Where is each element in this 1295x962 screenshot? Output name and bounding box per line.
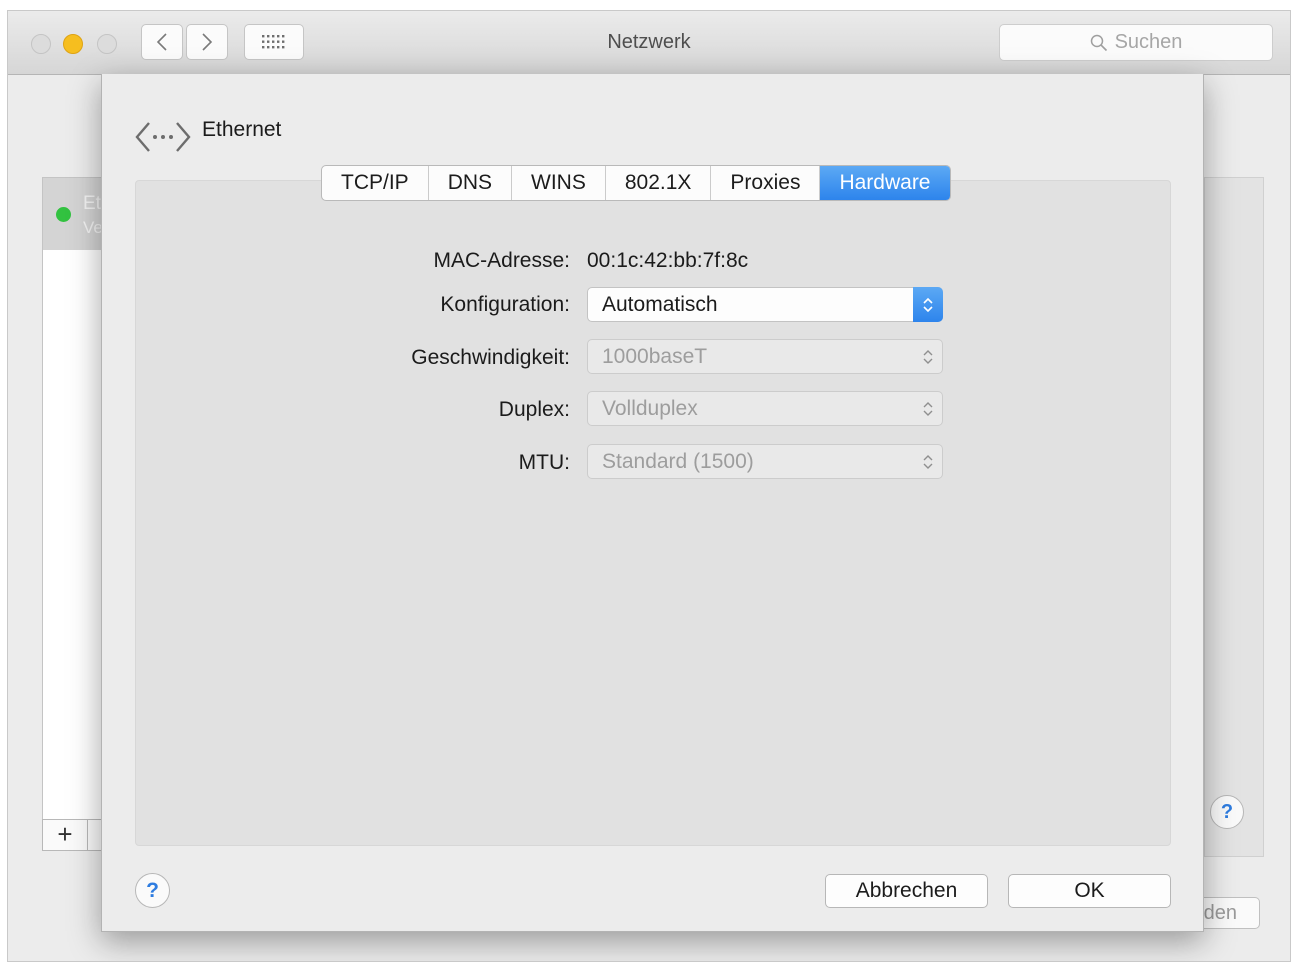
ok-button[interactable]: OK (1008, 874, 1171, 908)
configuration-label: Konfiguration: (440, 293, 570, 316)
popup-arrows-icon (913, 339, 943, 374)
tab-proxies[interactable]: Proxies (711, 166, 821, 200)
tab-dns[interactable]: DNS (429, 166, 513, 200)
mtu-popup: Standard (1500) (587, 444, 943, 479)
network-preferences-window: Netzwerk Suchen Et Ve + ? den Ethernet T… (7, 10, 1291, 962)
popup-arrows-icon (913, 391, 943, 426)
advanced-settings-sheet: Ethernet TCP/IP DNS WINS 802.1X Proxies … (101, 74, 1204, 932)
configuration-value: Automatisch (602, 293, 718, 316)
service-title: Ethernet (202, 118, 282, 141)
title-bar: Netzwerk Suchen (8, 11, 1290, 75)
popup-arrows-icon (913, 287, 943, 322)
duplex-label: Duplex: (498, 398, 570, 421)
configuration-popup[interactable]: Automatisch (587, 287, 943, 322)
tab-8021x[interactable]: 802.1X (606, 166, 712, 200)
status-dot-icon (56, 207, 71, 222)
tab-bar: TCP/IP DNS WINS 802.1X Proxies Hardware (321, 165, 951, 201)
mac-address-label: MAC-Adresse: (433, 249, 570, 272)
service-status: Ve (83, 218, 103, 237)
service-name: Et (83, 193, 101, 214)
search-icon (1090, 34, 1107, 51)
ethernet-arrows-icon (135, 122, 191, 152)
mtu-label: MTU: (518, 451, 570, 474)
tab-content-panel (135, 180, 1171, 846)
mtu-value: Standard (1500) (602, 450, 754, 473)
search-placeholder: Suchen (1114, 31, 1183, 53)
speed-value: 1000baseT (602, 345, 708, 368)
tab-tcpip[interactable]: TCP/IP (322, 166, 429, 200)
help-button[interactable]: ? (135, 873, 170, 908)
duplex-value: Vollduplex (602, 397, 698, 420)
popup-arrows-icon (913, 444, 943, 479)
cancel-button[interactable]: Abbrechen (825, 874, 988, 908)
add-service-button[interactable]: + (43, 820, 88, 850)
speed-label: Geschwindigkeit: (411, 346, 570, 369)
tab-wins[interactable]: WINS (512, 166, 606, 200)
search-field[interactable]: Suchen (999, 24, 1273, 61)
duplex-popup: Vollduplex (587, 391, 943, 426)
speed-popup: 1000baseT (587, 339, 943, 374)
tab-hardware[interactable]: Hardware (820, 166, 950, 200)
background-help-button[interactable]: ? (1210, 795, 1244, 829)
service-detail-panel (1204, 177, 1264, 857)
mac-address-value: 00:1c:42:bb:7f:8c (587, 249, 749, 272)
